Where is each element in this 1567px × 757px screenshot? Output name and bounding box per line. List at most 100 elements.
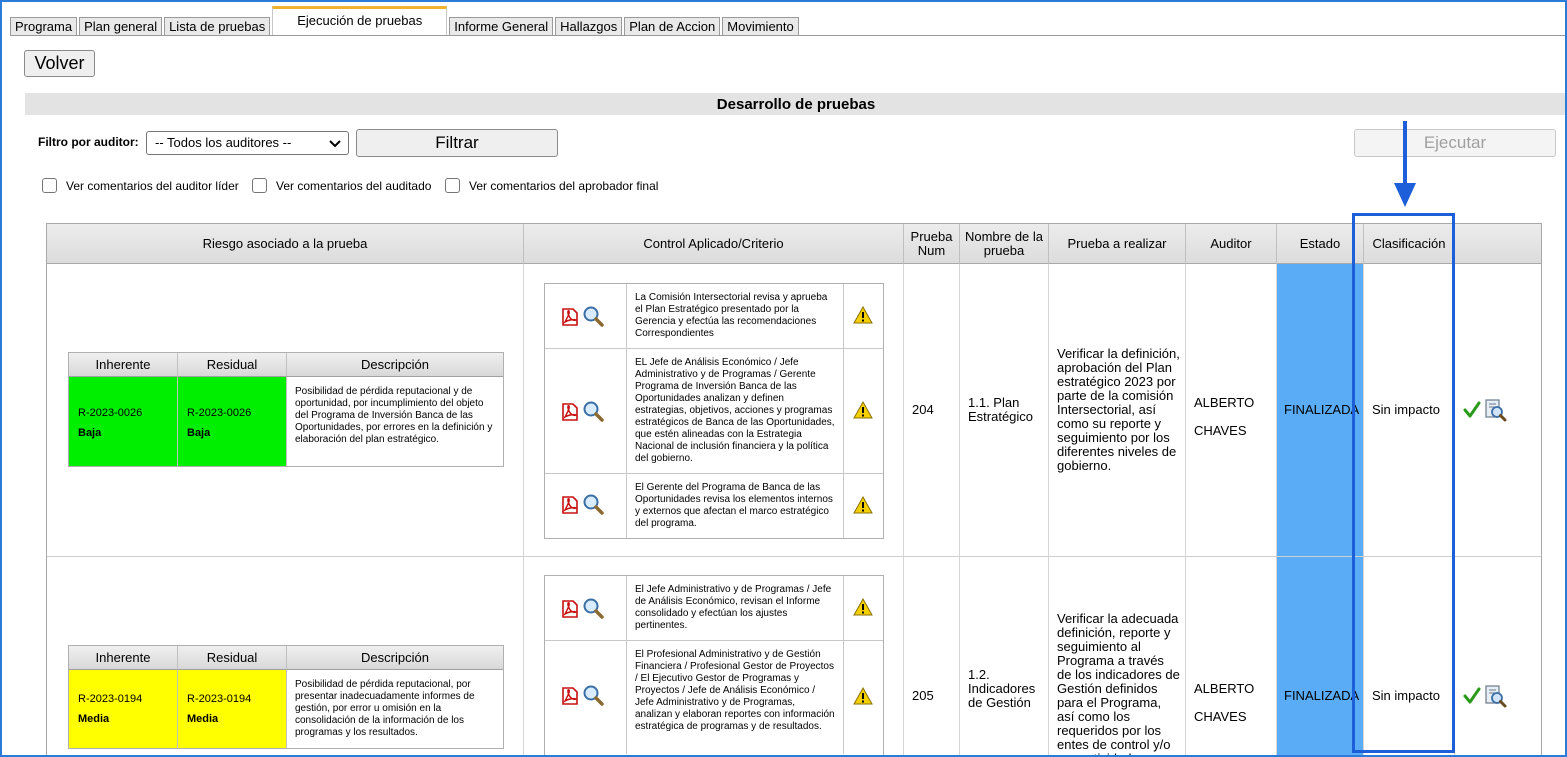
tab-plan-general[interactable]: Plan general [79,17,163,36]
checkbox-box[interactable] [445,178,460,193]
risk-description: Posibilidad de pérdida reputacional y de… [295,386,493,445]
checkbox-label: Ver comentarios del aprobador final [469,178,659,193]
auditor-select[interactable]: -- Todos los auditores -- [146,131,349,155]
inherente-level: Media [78,713,110,725]
warning-icon[interactable] [853,496,873,514]
auditor-first: ALBERTO [1194,681,1255,696]
descripcion-cell: Posibilidad de pérdida reputacional y de… [287,377,503,466]
col-header-auditor: Auditor [1186,224,1277,264]
magnifier-icon[interactable] [581,399,605,423]
col-header-prueba-num: Prueba Num [904,224,960,264]
control-icons [545,576,627,640]
magnifier-icon[interactable] [581,492,605,516]
review-document-icon[interactable] [1483,398,1507,422]
control-text: EL Jefe de Análisis Económico / Jefe Adm… [627,349,844,473]
checkmark-icon[interactable] [1463,687,1481,705]
residual-cell: R-2023-0026 Baja [178,377,287,466]
residual-code: R-2023-0026 [187,407,252,419]
inherente-code: R-2023-0026 [78,407,143,419]
pdf-icon[interactable] [559,401,581,423]
tab-programa[interactable]: Programa [10,17,78,36]
review-document-icon[interactable] [1483,684,1507,708]
checkbox-auditado[interactable]: Ver comentarios del auditado [252,178,431,193]
filter-label: Filtro por auditor: [38,135,139,149]
risk-header-inherente: Inherente [69,646,178,670]
pruebas-table: Riesgo asociado a la prueba Control Apli… [46,223,1542,755]
warning-icon[interactable] [853,401,873,419]
warning-icon[interactable] [853,598,873,616]
filtrar-button[interactable]: Filtrar [356,129,558,157]
warning-icon[interactable] [853,687,873,705]
control-warning [844,576,883,640]
tab-divider [10,35,1565,36]
nombre-cell: 1.2. Indicadores de Gestión [960,557,1049,755]
nombre-cell: 1.1. Plan Estratégico [960,264,1049,556]
tab-hallazgos[interactable]: Hallazgos [555,17,623,36]
control-row: EL Jefe de Análisis Económico / Jefe Adm… [545,349,883,474]
risk-header-residual: Residual [178,646,287,670]
warning-icon[interactable] [853,306,873,324]
pdf-icon[interactable] [559,306,581,328]
magnifier-icon[interactable] [581,683,605,707]
residual-cell: R-2023-0194 Media [178,670,287,748]
control-icons [545,474,627,538]
control-warning [844,349,883,473]
clasificacion-highlight-box [1352,213,1455,753]
magnifier-icon[interactable] [581,304,605,328]
section-title: Desarrollo de pruebas [25,93,1565,115]
checkmark-icon[interactable] [1463,401,1481,419]
inherente-cell: R-2023-0026 Baja [69,377,178,466]
estado-value: FINALIZADA [1284,688,1360,703]
col-header-control: Control Aplicado/Criterio [524,224,904,264]
col-header-nombre: Nombre de la prueba [960,224,1049,264]
pdf-icon[interactable] [559,685,581,707]
tab-ejecucion-de-pruebas[interactable]: Ejecución de pruebas [272,6,448,36]
tab-informe-general[interactable]: Informe General [449,17,554,36]
auditor-cell: ALBERTO CHAVES [1186,264,1277,556]
checkbox-box[interactable] [252,178,267,193]
checkbox-auditor-lider[interactable]: Ver comentarios del auditor líder [42,178,239,193]
ejecutar-button[interactable]: Ejecutar [1354,129,1556,157]
checkbox-label: Ver comentarios del auditado [276,178,432,193]
control-text: El Gerente del Programa de Banca de las … [627,474,844,538]
chevron-down-icon [329,140,341,148]
prueba-realizar: Verificar la definición, aprobación del … [1057,346,1180,473]
control-warning [844,474,883,538]
prueba-num: 204 [912,402,934,417]
control-row: La Comisión Intersectorial revisa y apru… [545,284,883,349]
tab-movimiento[interactable]: Movimiento [722,17,799,36]
table-row: Inherente Residual Descripción R-2023-00… [47,264,1541,557]
actions-cell [1455,264,1541,556]
tab-plan-de-accion[interactable]: Plan de Accion [624,17,721,36]
col-header-estado: Estado [1277,224,1364,264]
inherente-code: R-2023-0194 [78,693,143,705]
pdf-icon[interactable] [559,494,581,516]
control-icons [545,641,627,754]
control-text: El Profesional Administrativo y de Gesti… [627,641,844,754]
arrow-down-icon [1394,121,1416,207]
control-text: La Comisión Intersectorial revisa y apru… [627,284,844,348]
auditor-select-value: -- Todos los auditores -- [155,135,292,150]
volver-button[interactable]: Volver [24,50,95,77]
estado-value: FINALIZADA [1284,402,1360,417]
checkbox-label: Ver comentarios del auditor líder [66,178,239,193]
estado-cell: FINALIZADA [1277,264,1364,556]
riesgo-cell: Inherente Residual Descripción R-2023-00… [47,264,524,556]
inherente-cell: R-2023-0194 Media [69,670,178,748]
prueba-num: 205 [912,688,934,703]
risk-description: Posibilidad de pérdida reputacional, por… [295,679,475,738]
risk-header-residual: Residual [178,353,287,377]
residual-level: Baja [187,427,211,439]
residual-code: R-2023-0194 [187,693,252,705]
magnifier-icon[interactable] [581,596,605,620]
checkbox-aprobador-final[interactable]: Ver comentarios del aprobador final [445,178,658,193]
auditor-cell: ALBERTO CHAVES [1186,557,1277,755]
prueba-nombre: 1.2. Indicadores de Gestión [968,667,1036,710]
tab-lista-de-pruebas[interactable]: Lista de pruebas [164,17,271,36]
tab-bar: Programa Plan general Lista de pruebas E… [10,6,801,36]
control-table: El Jefe Administrativo y de Programas / … [544,575,884,755]
checkbox-box[interactable] [42,178,57,193]
pdf-icon[interactable] [559,598,581,620]
risk-header-descripcion: Descripción [287,646,503,670]
control-warning [844,284,883,348]
